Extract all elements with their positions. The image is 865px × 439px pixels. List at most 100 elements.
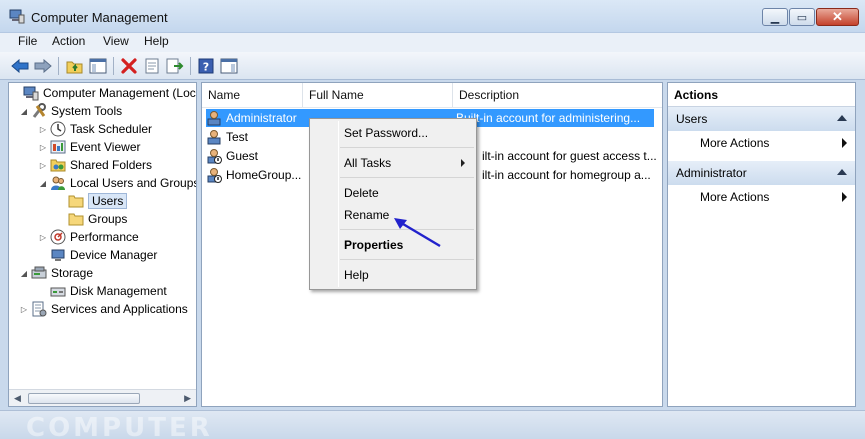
- expanded-arrow-icon[interactable]: ◢: [38, 179, 48, 188]
- horizontal-scrollbar[interactable]: ◀ ▶: [9, 389, 196, 406]
- export-list-icon[interactable]: [165, 56, 185, 76]
- delete-icon[interactable]: [119, 56, 139, 76]
- status-bar: COMPUTER: [0, 410, 865, 439]
- folder-icon: [68, 211, 84, 227]
- menu-item-delete[interactable]: Delete: [344, 186, 379, 200]
- menu-item-rename[interactable]: Rename: [344, 208, 389, 222]
- more-actions-administrator[interactable]: More Actions: [700, 190, 769, 204]
- collapse-up-icon[interactable]: [837, 169, 847, 175]
- properties-icon[interactable]: [142, 56, 162, 76]
- tree-item-computer-management[interactable]: Computer Management (Local: [11, 84, 197, 102]
- collapsed-arrow-icon[interactable]: ▷: [38, 143, 48, 152]
- scrollbar-thumb[interactable]: [28, 393, 140, 404]
- column-header-full-name[interactable]: Full Name: [303, 83, 453, 107]
- tree-item-label: Storage: [51, 266, 94, 280]
- scroll-left-icon[interactable]: ◀: [14, 393, 21, 404]
- storage-icon: [31, 265, 47, 281]
- user-description: Built-in account for administering...: [456, 111, 641, 125]
- user-name: Administrator: [226, 111, 297, 125]
- toolbar-separator: [113, 57, 114, 75]
- menu-help[interactable]: Help: [142, 34, 171, 48]
- minimize-icon: ▁: [770, 11, 780, 24]
- menu-separator: [340, 147, 474, 148]
- table-row[interactable]: HomeGroup... ilt-in account for homegrou…: [206, 166, 651, 184]
- actions-section-users[interactable]: Users: [668, 107, 855, 131]
- collapsed-arrow-icon[interactable]: ▷: [38, 125, 48, 134]
- expanded-arrow-icon[interactable]: ◢: [19, 107, 29, 116]
- tree-item-shared-folders[interactable]: ▷ Shared Folders: [38, 156, 152, 174]
- user-icon: [206, 110, 222, 126]
- local-users-groups-icon: [50, 175, 66, 191]
- tree-item-device-manager[interactable]: Device Manager: [38, 246, 157, 264]
- tree-item-label: Local Users and Groups: [70, 176, 197, 190]
- actions-section-administrator[interactable]: Administrator: [668, 161, 855, 185]
- user-description: ilt-in account for homegroup a...: [482, 168, 651, 182]
- submenu-arrow-icon: [461, 159, 465, 167]
- system-tools-icon: [31, 103, 47, 119]
- tree-item-task-scheduler[interactable]: ▷ Task Scheduler: [38, 120, 152, 138]
- help-icon[interactable]: ?: [196, 56, 216, 76]
- tree-item-label: Users: [88, 193, 128, 209]
- tree-item-system-tools[interactable]: ◢ System Tools: [19, 102, 122, 120]
- tree-item-performance[interactable]: ▷ Performance: [38, 228, 139, 246]
- device-manager-icon: [50, 247, 66, 263]
- actions-title: Actions: [668, 83, 855, 107]
- table-row[interactable]: Test: [206, 128, 248, 146]
- computer-management-icon: [9, 9, 25, 24]
- tree-item-users[interactable]: Users: [56, 192, 128, 210]
- submenu-arrow-icon: [842, 138, 847, 148]
- forward-arrow-icon[interactable]: [33, 56, 53, 76]
- actions-pane: Actions Users More Actions Administrator…: [667, 82, 856, 407]
- title-bar: Computer Management ▁ ▭ ✕: [0, 0, 865, 33]
- tree-item-groups[interactable]: Groups: [56, 210, 127, 228]
- shared-folders-icon: [50, 157, 66, 173]
- column-header-description[interactable]: Description: [453, 83, 662, 107]
- user-name: Guest: [226, 149, 259, 163]
- menu-item-all-tasks[interactable]: All Tasks: [344, 156, 391, 170]
- toolbar: ?: [0, 52, 865, 80]
- scroll-right-icon[interactable]: ▶: [184, 393, 191, 404]
- close-icon: ✕: [832, 9, 843, 24]
- computer-management-icon: [23, 85, 39, 101]
- expanded-arrow-icon[interactable]: ◢: [19, 269, 29, 278]
- show-hide-action-pane-icon[interactable]: [219, 56, 239, 76]
- menu-separator: [340, 259, 474, 260]
- tree-item-disk-management[interactable]: Disk Management: [38, 282, 167, 300]
- tree-item-storage[interactable]: ◢ Storage: [19, 264, 93, 282]
- column-header-name[interactable]: Name: [202, 83, 303, 107]
- tree-item-label: Groups: [88, 212, 128, 226]
- menu-action[interactable]: Action: [50, 34, 87, 48]
- table-row[interactable]: Guest ilt-in account for guest access t.…: [206, 147, 657, 165]
- toolbar-separator: [58, 57, 59, 75]
- console-tree: Computer Management (Local ◢ System Tool…: [8, 82, 197, 407]
- show-hide-tree-icon[interactable]: [88, 56, 108, 76]
- menu-item-set-password[interactable]: Set Password...: [344, 126, 428, 140]
- collapse-up-icon[interactable]: [837, 115, 847, 121]
- menu-view[interactable]: View: [101, 34, 131, 48]
- up-folder-icon[interactable]: [65, 56, 85, 76]
- maximize-button[interactable]: ▭: [789, 8, 815, 26]
- menu-file[interactable]: File: [16, 34, 39, 48]
- disk-management-icon: [50, 283, 66, 299]
- collapsed-arrow-icon[interactable]: ▷: [38, 161, 48, 170]
- minimize-button[interactable]: ▁: [762, 8, 788, 26]
- tree-item-services-applications[interactable]: ▷ Services and Applications: [19, 300, 188, 318]
- tree-item-label: Services and Applications: [51, 302, 188, 316]
- collapsed-arrow-icon[interactable]: ▷: [38, 233, 48, 242]
- context-menu: Set Password... All Tasks Delete Rename …: [309, 118, 477, 290]
- disabled-user-icon: [206, 148, 222, 164]
- menu-item-help[interactable]: Help: [344, 268, 369, 282]
- menu-bar: File Action View Help: [0, 33, 865, 52]
- tree-item-event-viewer[interactable]: ▷ Event Viewer: [38, 138, 141, 156]
- submenu-arrow-icon: [842, 192, 847, 202]
- annotation-arrow-icon: [394, 218, 441, 248]
- close-button[interactable]: ✕: [816, 8, 859, 26]
- folder-icon: [68, 193, 84, 209]
- tree-item-label: Task Scheduler: [70, 122, 153, 136]
- back-arrow-icon[interactable]: [10, 56, 30, 76]
- svg-text:?: ?: [203, 61, 209, 74]
- more-actions-users[interactable]: More Actions: [700, 136, 769, 150]
- tree-item-label: Computer Management (Local: [43, 86, 197, 100]
- tree-item-local-users-groups[interactable]: ◢ Local Users and Groups: [38, 174, 197, 192]
- collapsed-arrow-icon[interactable]: ▷: [19, 305, 29, 314]
